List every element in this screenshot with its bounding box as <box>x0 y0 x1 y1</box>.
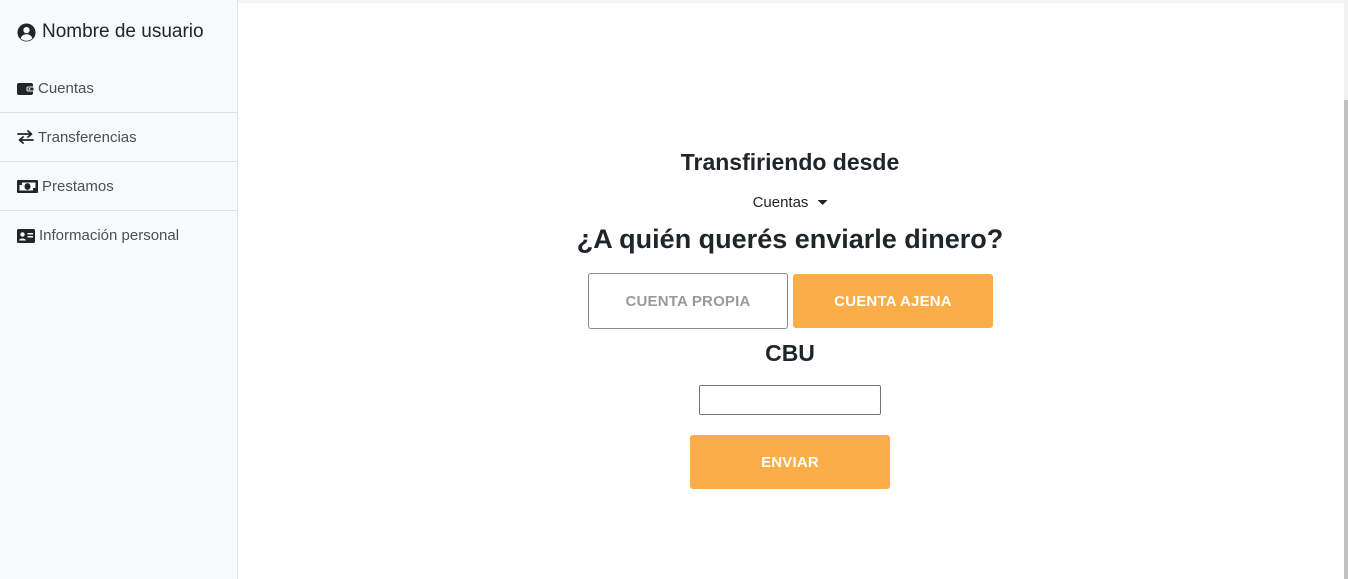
cbu-input[interactable] <box>699 385 881 415</box>
caret-down-icon <box>817 200 828 205</box>
main-content: Transfiriendo desde Cuentas ¿A quién que… <box>238 3 1344 579</box>
sidebar-item-transferencias[interactable]: Transferencias <box>0 113 237 162</box>
own-account-button[interactable]: CUENTA PROPIA <box>588 273 788 329</box>
account-dropdown-label: Cuentas <box>752 194 809 211</box>
money-bill-icon <box>17 179 38 193</box>
cbu-label: CBU <box>765 340 815 366</box>
user-circle-icon <box>17 22 36 42</box>
user-header[interactable]: Nombre de usuario <box>0 0 237 64</box>
id-card-icon <box>17 228 35 243</box>
send-button[interactable]: ENVIAR <box>690 435 890 489</box>
sidebar-item-prestamos[interactable]: Prestamos <box>0 162 237 211</box>
sidebar-item-label: Prestamos <box>42 177 114 195</box>
sidebar-item-label: Cuentas <box>38 80 94 97</box>
transfer-question: ¿A quién querés enviarle dinero? <box>576 224 1004 254</box>
app-window: Nombre de usuario Cuentas Transferencias <box>0 0 1348 579</box>
sidebar-item-cuentas[interactable]: Cuentas <box>0 64 237 113</box>
other-account-button[interactable]: CUENTA AJENA <box>793 274 993 328</box>
user-name: Nombre de usuario <box>42 21 204 42</box>
sidebar: Nombre de usuario Cuentas Transferencias <box>0 0 238 579</box>
sidebar-item-label: Información personal <box>39 227 180 244</box>
sidebar-item-informacion-personal[interactable]: Información personal <box>0 211 237 260</box>
exchange-arrows-icon <box>17 130 34 144</box>
scrollbar[interactable] <box>1344 0 1348 579</box>
page-title: Transfiriendo desde <box>680 149 900 175</box>
sidebar-item-label: Transferencias <box>38 128 137 146</box>
account-dropdown[interactable]: Cuentas <box>753 194 828 211</box>
scrollbar-thumb[interactable] <box>1344 100 1348 579</box>
wallet-icon <box>17 82 34 96</box>
